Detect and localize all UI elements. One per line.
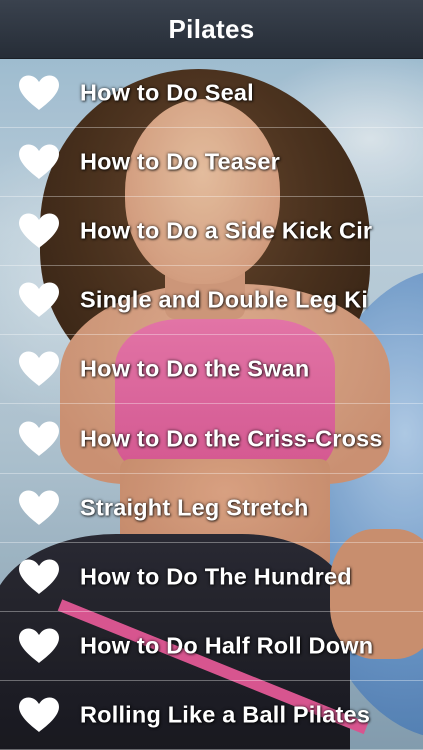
list-item[interactable]: How to Do Half Roll Down	[0, 611, 423, 681]
navigation-bar: Pilates	[0, 0, 423, 59]
list-item-label: How to Do Seal	[80, 79, 254, 106]
list-item-label: Rolling Like a Ball Pilates	[80, 701, 371, 728]
list-item-label: How to Do The Hundred	[80, 563, 352, 590]
page-title: Pilates	[168, 13, 255, 44]
list-item[interactable]: How to Do Teaser	[0, 128, 423, 198]
list-item-label: How to Do a Side Kick Cir	[80, 217, 373, 244]
list-item[interactable]: Rolling Like a Ball Pilates	[0, 680, 423, 750]
list-item-label: Straight Leg Stretch	[80, 494, 309, 521]
list-item[interactable]: Single and Double Leg Ki	[0, 266, 423, 336]
list-item-label: How to Do the Swan	[80, 355, 310, 382]
list-item[interactable]: How to Do The Hundred	[0, 542, 423, 612]
exercise-list: How to Do Seal How to Do Teaser How to D…	[0, 59, 423, 750]
heart-icon	[19, 75, 59, 111]
heart-icon	[19, 144, 59, 180]
heart-icon	[19, 351, 59, 387]
heart-icon	[19, 628, 59, 663]
heart-icon	[19, 282, 59, 318]
list-item[interactable]: How to Do Seal	[0, 59, 423, 129]
heart-icon	[19, 213, 59, 249]
list-item-label: How to Do Teaser	[80, 148, 280, 175]
heart-icon	[19, 559, 59, 594]
heart-icon	[19, 490, 59, 525]
heart-icon	[19, 697, 59, 732]
list-item[interactable]: How to Do the Criss-Cross	[0, 404, 423, 474]
list-item-label: How to Do the Criss-Cross	[80, 425, 383, 452]
list-item[interactable]: How to Do a Side Kick Cir	[0, 197, 423, 267]
list-item-label: How to Do Half Roll Down	[80, 632, 374, 659]
list-item[interactable]: Straight Leg Stretch	[0, 473, 423, 543]
list-item[interactable]: How to Do the Swan	[0, 335, 423, 405]
heart-icon	[19, 421, 59, 456]
list-item-label: Single and Double Leg Ki	[80, 286, 369, 313]
